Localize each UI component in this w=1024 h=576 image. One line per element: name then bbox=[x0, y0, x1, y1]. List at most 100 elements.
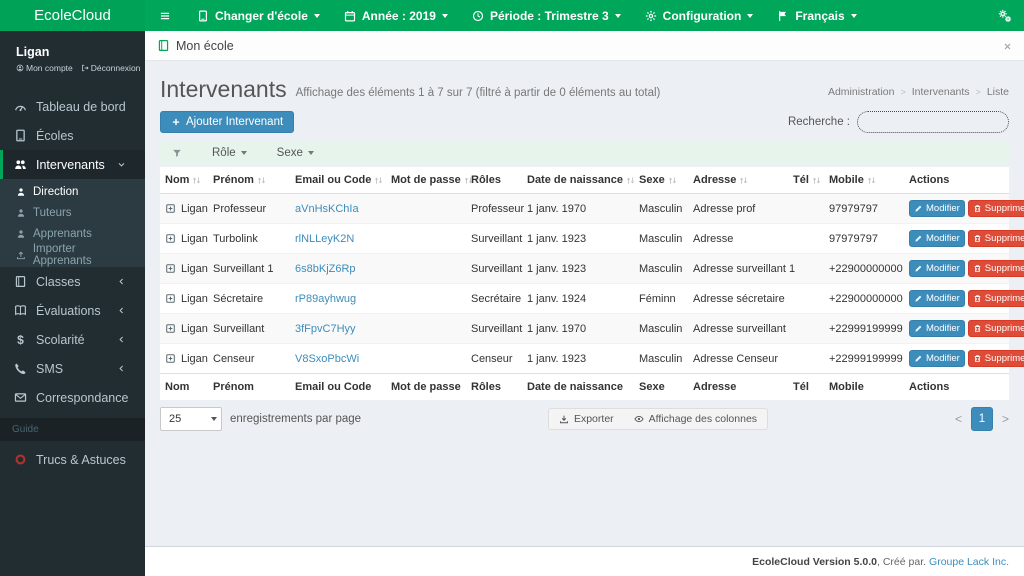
edit-button[interactable]: Modifier bbox=[909, 230, 965, 248]
delete-button[interactable]: Supprimer bbox=[967, 320, 1024, 338]
edit-button[interactable]: Modifier bbox=[909, 200, 965, 218]
sort-icon[interactable] bbox=[191, 175, 202, 186]
expand-row-icon[interactable] bbox=[165, 233, 176, 244]
sexe-filter-dropdown[interactable]: Sexe bbox=[277, 147, 314, 159]
footer-column-header: Tél bbox=[788, 373, 824, 401]
sort-icon[interactable] bbox=[625, 175, 636, 186]
column-header[interactable]: Adresse bbox=[688, 167, 788, 195]
email-code-link[interactable]: 3fFpvC7Hyy bbox=[295, 323, 356, 335]
pencil-icon bbox=[914, 354, 923, 363]
footer-version: EcoleCloud Version 5.0.0 bbox=[752, 555, 877, 568]
nav-year[interactable]: Année : 2019 bbox=[332, 0, 460, 31]
email-code-link[interactable]: V8SxoPbcWi bbox=[295, 353, 359, 365]
search-input[interactable] bbox=[857, 111, 1009, 133]
cell-nom: Ligan bbox=[160, 193, 208, 224]
sidebar-subitem-importer-apprenants[interactable]: Importer Apprenants bbox=[0, 243, 145, 267]
nav-change-school[interactable]: Changer d'école bbox=[185, 0, 332, 31]
expand-row-icon[interactable] bbox=[165, 203, 176, 214]
user-name: Ligan bbox=[16, 45, 50, 59]
sidebar-item-correspondance[interactable]: Correspondance bbox=[0, 383, 145, 412]
cell-date-naissance: 1 janv. 1923 bbox=[522, 343, 634, 374]
cell-nom: Ligan bbox=[160, 253, 208, 284]
column-header[interactable]: Tél bbox=[788, 167, 824, 195]
delete-button[interactable]: Supprimer bbox=[967, 290, 1024, 308]
sidebar-menu: Tableau de bord Écoles Intervenants Dire… bbox=[0, 92, 145, 412]
sidebar-item-tableau-de-bord[interactable]: Tableau de bord bbox=[0, 92, 145, 121]
cell-role: Surveillant bbox=[466, 313, 522, 344]
plus-icon bbox=[171, 117, 181, 127]
caret-down-icon bbox=[747, 13, 754, 18]
cell-role: Censeur bbox=[466, 343, 522, 374]
sort-icon[interactable] bbox=[256, 175, 267, 186]
breadcrumb-administration[interactable]: Administration bbox=[828, 86, 895, 98]
delete-button[interactable]: Supprimer bbox=[967, 230, 1024, 248]
cell-adresse: Adresse sécretaire bbox=[688, 283, 788, 314]
expand-row-icon[interactable] bbox=[165, 293, 176, 304]
main-content: Intervenants Affichage des éléments 1 à … bbox=[145, 61, 1024, 546]
sort-icon[interactable] bbox=[738, 175, 749, 186]
brand-logo[interactable]: EcoleCloud bbox=[0, 0, 145, 31]
cell-email: rP89ayhwug bbox=[290, 283, 386, 314]
settings-cogs-button[interactable] bbox=[986, 0, 1024, 31]
sidebar-subitem-tuteurs[interactable]: Tuteurs bbox=[0, 202, 145, 223]
expand-row-icon[interactable] bbox=[165, 263, 176, 274]
pagination-next[interactable]: > bbox=[1002, 412, 1009, 426]
column-header[interactable]: Sexe bbox=[634, 167, 688, 195]
sort-icon[interactable] bbox=[667, 175, 678, 186]
add-intervenant-button[interactable]: Ajouter Intervenant bbox=[160, 111, 295, 133]
sort-icon[interactable] bbox=[866, 175, 877, 186]
sidebar-item-ecoles[interactable]: Écoles bbox=[0, 121, 145, 150]
pagination-prev[interactable]: < bbox=[955, 412, 962, 426]
cell-sexe: Masculin bbox=[634, 223, 688, 254]
delete-button[interactable]: Supprimer bbox=[967, 350, 1024, 368]
sidebar-item-trucs-astuces[interactable]: Trucs & Astuces bbox=[0, 445, 145, 474]
email-code-link[interactable]: rP89ayhwug bbox=[295, 293, 356, 305]
page-size-select[interactable]: 25 bbox=[160, 407, 222, 432]
delete-button[interactable]: Supprimer bbox=[967, 260, 1024, 278]
edit-button[interactable]: Modifier bbox=[909, 260, 965, 278]
sort-icon[interactable] bbox=[373, 175, 384, 186]
delete-button[interactable]: Supprimer bbox=[967, 200, 1024, 218]
trash-icon bbox=[973, 204, 982, 213]
edit-button[interactable]: Modifier bbox=[909, 320, 965, 338]
breadcrumb-intervenants[interactable]: Intervenants bbox=[912, 86, 970, 98]
pagination-page-1[interactable]: 1 bbox=[970, 407, 993, 432]
nav-period[interactable]: Période : Trimestre 3 bbox=[460, 0, 633, 31]
account-link[interactable]: Mon compte bbox=[16, 63, 73, 73]
sidebar-item-classes[interactable]: Classes bbox=[0, 267, 145, 296]
trash-icon bbox=[973, 234, 982, 243]
cell-email: V8SxoPbcWi bbox=[290, 343, 386, 374]
nav-configuration[interactable]: Configuration bbox=[633, 0, 766, 31]
logout-link[interactable]: Déconnexion bbox=[81, 63, 140, 73]
flag-icon bbox=[777, 10, 789, 22]
column-header[interactable]: Date de naissance bbox=[522, 167, 636, 195]
column-header[interactable]: Email ou Code bbox=[290, 167, 386, 195]
sidebar-item-sms[interactable]: SMS bbox=[0, 354, 145, 383]
sidebar-subitem-direction[interactable]: Direction bbox=[0, 181, 145, 202]
expand-row-icon[interactable] bbox=[165, 353, 176, 364]
column-header[interactable]: Prénom bbox=[208, 167, 290, 195]
sidebar-subitem-apprenants[interactable]: Apprenants bbox=[0, 223, 145, 244]
column-visibility-button[interactable]: Affichage des colonnes bbox=[624, 409, 767, 429]
sidebar-item-scolarite[interactable]: $ Scolarité bbox=[0, 325, 145, 354]
sidebar-toggle-button[interactable] bbox=[145, 0, 185, 31]
column-header[interactable]: Mobile bbox=[824, 167, 904, 195]
email-code-link[interactable]: rlNLLeyK2N bbox=[295, 233, 354, 245]
export-button[interactable]: Exporter bbox=[549, 409, 624, 429]
column-header[interactable]: Nom bbox=[160, 167, 208, 195]
sidebar-item-evaluations[interactable]: Évaluations bbox=[0, 296, 145, 325]
edit-button[interactable]: Modifier bbox=[909, 350, 965, 368]
book-open-icon bbox=[14, 304, 27, 317]
expand-row-icon[interactable] bbox=[165, 323, 176, 334]
sort-icon[interactable] bbox=[811, 175, 822, 186]
cell-sexe: Masculin bbox=[634, 313, 688, 344]
role-filter-dropdown[interactable]: Rôle bbox=[212, 147, 247, 159]
edit-button[interactable]: Modifier bbox=[909, 290, 965, 308]
column-header[interactable]: Mot de passe bbox=[386, 167, 466, 195]
email-code-link[interactable]: 6s8bKjZ6Rp bbox=[295, 263, 356, 275]
nav-language[interactable]: Français bbox=[765, 0, 868, 31]
footer-company-link[interactable]: Groupe Lack Inc. bbox=[929, 556, 1009, 568]
close-bar-button[interactable] bbox=[1003, 39, 1012, 53]
email-code-link[interactable]: aVnHsKChIa bbox=[295, 203, 359, 215]
sidebar-item-intervenants[interactable]: Intervenants bbox=[0, 150, 145, 179]
